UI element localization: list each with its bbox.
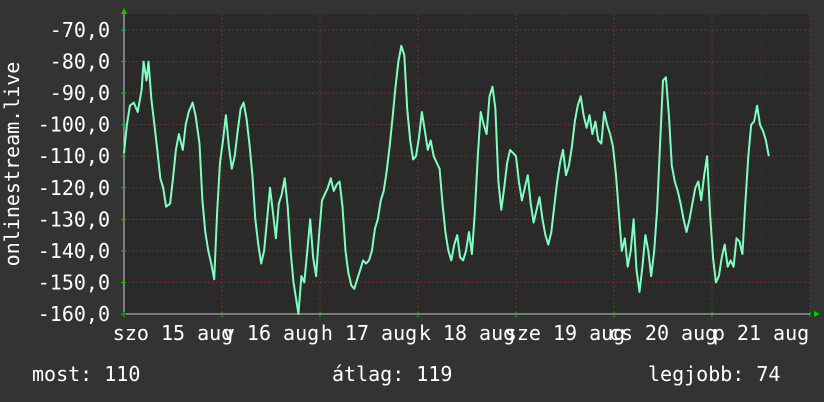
x-tick-label: cs 20 aug xyxy=(609,321,717,345)
y-tick-label: -130,0 xyxy=(38,207,110,231)
y-tick-label: -70,0 xyxy=(50,18,110,42)
y-tick-label: -110,0 xyxy=(38,144,110,168)
y-tick-label: -140,0 xyxy=(38,239,110,263)
y-tick-label: -160,0 xyxy=(38,302,110,326)
y-tick-label: -120,0 xyxy=(38,176,110,200)
x-tick-label: k 18 aug xyxy=(419,321,515,345)
y-tick-label: -80,0 xyxy=(50,50,110,74)
y-axis-arrow xyxy=(121,8,127,14)
y-tick-label: -150,0 xyxy=(38,270,110,294)
x-tick-label: sze 19 aug xyxy=(505,321,625,345)
x-axis-arrow xyxy=(814,311,820,317)
best-value: legjobb: 74 xyxy=(648,362,781,386)
x-tick-label: v 16 aug xyxy=(223,321,319,345)
x-tick-label: h 17 aug xyxy=(321,321,417,345)
y-tick-label: -90,0 xyxy=(50,81,110,105)
average-value: átlag: 119 xyxy=(332,362,453,386)
x-tick-label: szo 15 aug xyxy=(113,321,233,345)
current-value: most: 110 xyxy=(32,362,141,386)
y-axis-label: onlinestream.live xyxy=(0,62,24,267)
y-tick-label: -100,0 xyxy=(38,113,110,137)
y-tick-labels: -70,0 -80,0 -90,0 -100,0 -110,0 -120,0 -130,0 -… xyxy=(38,18,110,326)
chart: -70,0 -80,0 -90,0 -100,0 -110,0 -120,0 -130,0 -… xyxy=(0,8,820,345)
x-tick-labels: szo 15 augv 16 aug h 17 aug k 18 augsze 19… xyxy=(113,321,809,345)
x-tick-label: p 21 aug xyxy=(713,321,809,345)
